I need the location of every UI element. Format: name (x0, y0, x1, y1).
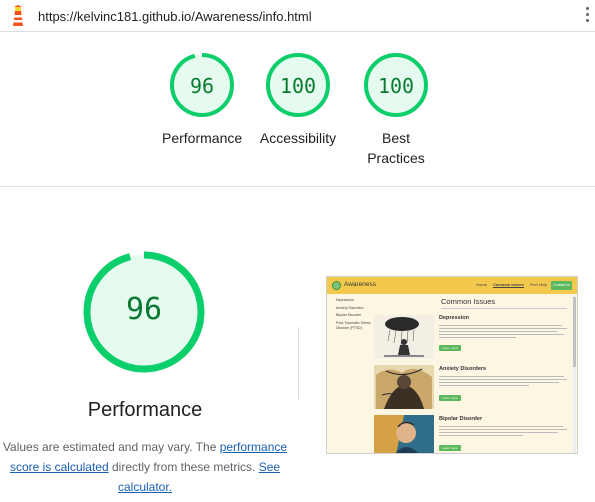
thumb-nav-links: Home Common issues Find Help (470, 282, 547, 287)
thumb-brand: Awareness (344, 281, 377, 288)
thumb-navbar: Awareness Home Common issues Find Help Con… (327, 277, 577, 294)
thumb-depression-image (374, 315, 434, 359)
category-score: 96 (189, 74, 215, 98)
desc-text-2: directly from these metrics. (108, 460, 259, 474)
desc-text-1: Values are estimated and may vary. The (2, 440, 220, 454)
thumb-scrollbar (573, 295, 576, 453)
thumb-anxiety-image (374, 365, 434, 409)
section-divider (0, 186, 595, 187)
thumb-logo-icon (332, 281, 341, 290)
thumb-heading: Common Issues (441, 297, 496, 306)
performance-title: Performance (87, 399, 203, 421)
thumb-nav-link: Common issues (492, 282, 524, 287)
page-url: https://kelvinc181.github.io/Awareness/i… (38, 9, 312, 24)
final-screenshot[interactable]: Awareness Home Common issues Find Help Con… (326, 276, 578, 454)
thumb-section-text (439, 424, 567, 444)
thumb-sidebar-item: Bipolar Disorder (336, 313, 362, 317)
thumb-nav-link: Home (476, 282, 487, 287)
category-gauge-best-practices[interactable]: 100 Best Practices (355, 52, 437, 172)
thumb-section-title: Depression (439, 315, 469, 321)
category-label: Accessibility (259, 130, 337, 146)
thumb-bipolar-image (374, 415, 434, 453)
thumb-sidebar-item: Depression (336, 298, 354, 302)
category-score: 100 (279, 74, 317, 98)
thumb-learn-more-button: Learn more (439, 395, 461, 401)
thumb-rule (441, 308, 567, 309)
thumb-sidebar-item: Post-Traumatic Stress Disorder (PTSD) (336, 320, 371, 331)
thumb-sidebar-item: Anxiety Disorders (336, 305, 364, 310)
thumb-sidebar: Depression Anxiety Disorders Bipolar Dis… (336, 298, 378, 334)
more-options-icon[interactable] (583, 7, 591, 25)
thumb-nav-link: Find Help (529, 282, 547, 287)
thumb-learn-more-button: Learn more (439, 445, 461, 451)
thumb-learn-more-button: Learn more (439, 345, 461, 351)
category-score: 100 (377, 74, 415, 98)
lighthouse-icon (13, 5, 23, 26)
vertical-divider (298, 327, 299, 399)
thumb-section-text (439, 374, 567, 394)
performance-score: 96 (125, 292, 163, 327)
url-bar: https://kelvinc181.github.io/Awareness/i… (0, 0, 595, 32)
thumb-section-text (439, 323, 567, 343)
category-label: Performance (162, 130, 243, 146)
performance-description: Values are estimated and may vary. The p… (0, 437, 290, 497)
thumb-contact-button: Contact us (551, 281, 572, 290)
category-label: Best Practices (367, 130, 425, 166)
category-gauge-performance[interactable]: 96 Performance (162, 52, 242, 172)
category-gauge-accessibility[interactable]: 100 Accessibility (258, 52, 338, 172)
thumb-section-title: Bipolar Disorder (439, 416, 483, 422)
thumb-section-title: Anxiety Disorders (439, 366, 487, 372)
